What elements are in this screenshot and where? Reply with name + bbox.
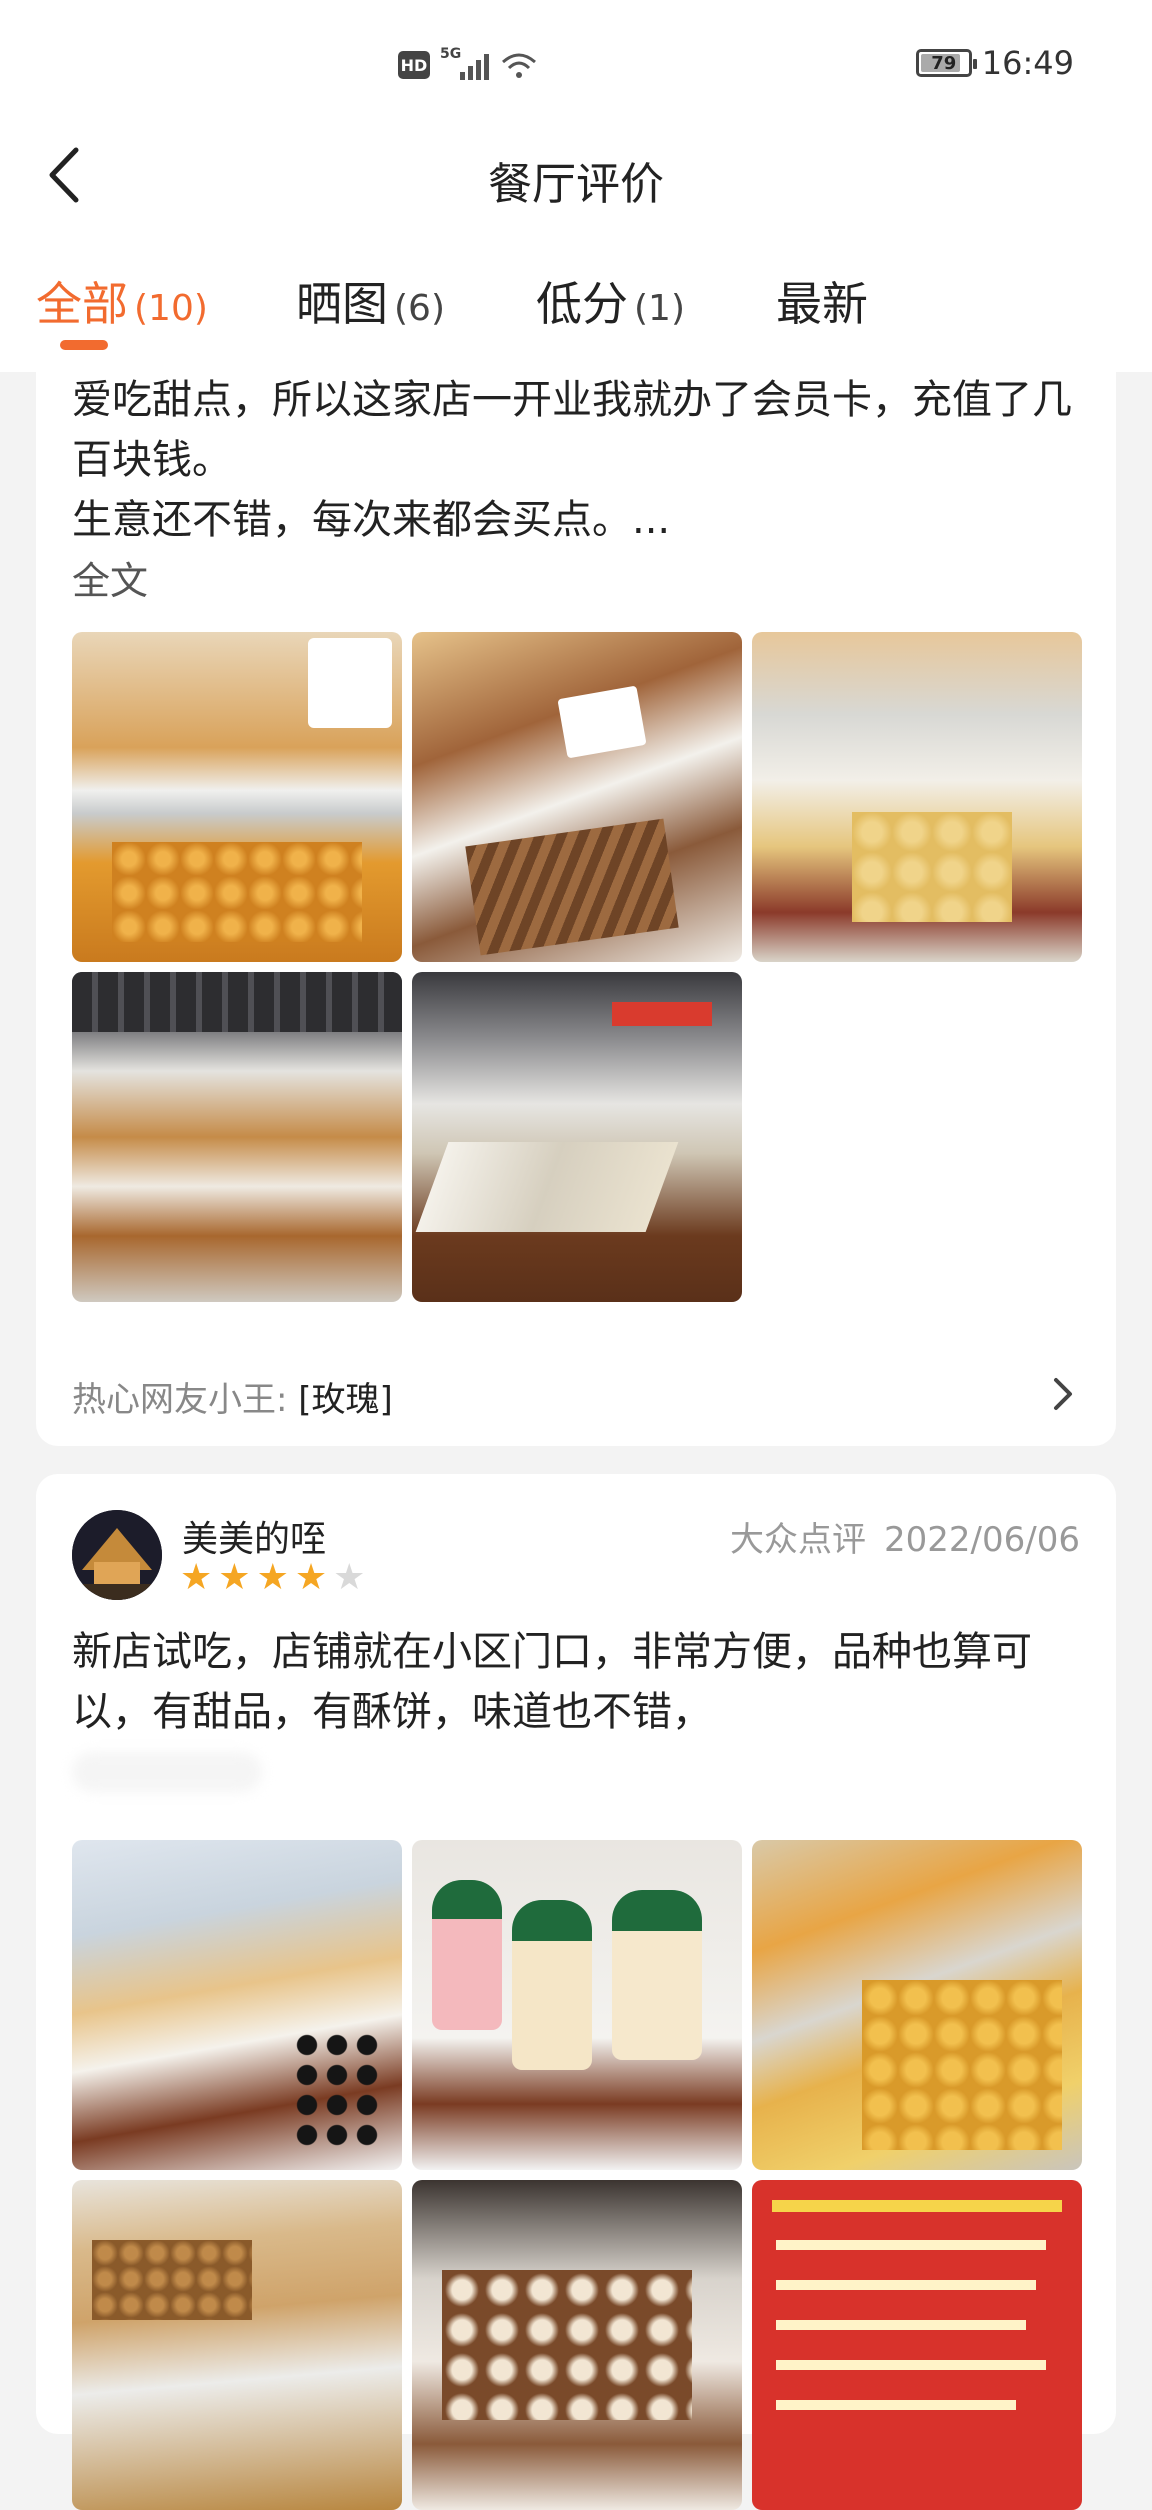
star-filled-icon: ★ [256,1557,289,1598]
tab-latest[interactable]: 最新 [776,268,874,334]
review-text: 新店试吃，店铺就在小区门口，非常方便，品种也算可以，有甜品，有酥饼，味道也不错， [72,1629,1032,1735]
battery-icon: 79 [915,49,977,77]
star-empty-icon: ★ [333,1557,366,1598]
review-meta: 大众点评 2022/06/06 [730,1512,1080,1561]
tab-label: 全部 [36,277,128,331]
tab-low-score[interactable]: 低分 (1) [536,268,685,334]
review-photo[interactable] [72,632,402,962]
review-photo[interactable] [752,2180,1082,2510]
battery-level: 79 [931,52,957,74]
tab-count: (1) [634,288,685,329]
network-type: 5G [440,46,462,62]
tab-photos[interactable]: 晒图 (6) [296,268,445,334]
avatar[interactable] [72,1510,162,1600]
review-source: 大众点评 [730,1520,867,1560]
review-photo[interactable] [72,2180,402,2510]
top-bar: HD 5G 79 16:49 餐厅评价 全部 (10) 晒图 (6) 低分 (1… [0,0,1152,372]
star-filled-icon: ★ [218,1557,251,1598]
full-text-link[interactable]: 全文 [72,550,148,605]
clock: 16:49 [981,44,1074,82]
review-photo[interactable] [752,632,1082,962]
review-photo[interactable] [412,2180,742,2510]
review-photo[interactable] [412,972,742,1302]
reply-author: 热心网友小王: [72,1380,288,1420]
star-filled-icon: ★ [294,1557,328,1598]
blurred-text [72,1752,262,1792]
review-photo[interactable] [72,972,402,1302]
review-photo-grid [72,632,1082,1302]
reply-line[interactable]: 热心网友小王: [玫瑰] [72,1372,393,1421]
wifi-icon [499,50,539,80]
review-photo[interactable] [752,1840,1082,2170]
tab-label: 低分 [536,277,628,331]
review-date: 2022/06/06 [884,1520,1080,1560]
review-text: 爱吃甜点，所以这家店一开业我就办了会员卡，充值了几百块钱。 生意还不错，每次来都… [72,377,1072,543]
tab-count: (10) [134,288,208,329]
tab-label: 最新 [776,277,868,331]
review-photo[interactable] [412,1840,742,2170]
header: 餐厅评价 [0,130,1152,220]
reply-text: [玫瑰] [298,1380,393,1420]
hd-badge: HD [398,51,430,79]
review-card: 美美的咥 ★ ★ ★ ★ ★ 大众点评 2022/06/06 新店试吃，店铺就在小区门口，… [36,1474,1116,2510]
star-rating: ★ ★ ★ ★ ★ [180,1560,365,1596]
review-photo-grid [72,1840,1082,2510]
tab-label: 晒图 [296,277,388,331]
star-filled-icon: ★ [180,1557,213,1598]
tab-all[interactable]: 全部 (10) [36,268,208,334]
username[interactable]: 美美的咥 [182,1510,326,1562]
tab-count: (6) [394,288,445,329]
review-tabs: 全部 (10) 晒图 (6) 低分 (1) 最新 [0,268,1152,358]
status-bar: HD 5G 79 16:49 [0,40,1152,90]
page-title: 餐厅评价 [488,159,664,210]
review-photo[interactable] [72,1840,402,2170]
chevron-right-icon[interactable] [1048,1374,1078,1414]
cellular-signal-icon: 5G [440,46,489,80]
active-tab-indicator [60,340,108,350]
review-photo[interactable] [412,632,742,962]
review-card: 爱吃甜点，所以这家店一开业我就办了会员卡，充值了几百块钱。 生意还不错，每次来都… [36,340,1116,1446]
